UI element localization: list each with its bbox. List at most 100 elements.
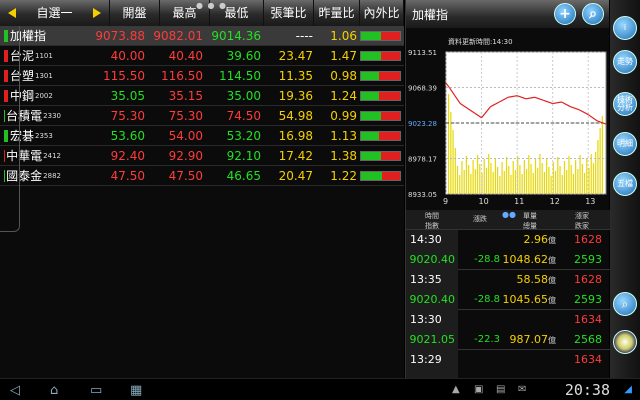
quote-row[interactable]: 台泥 1101 40.00 40.40 39.60 23.47 1.47 bbox=[0, 46, 404, 66]
quote-rows: 加權指 9073.88 9082.01 9014.36 ---- 1.06 台泥 1101 40… bbox=[0, 26, 404, 186]
inout-cell bbox=[360, 26, 404, 46]
inout-bar bbox=[360, 170, 401, 181]
trend-button[interactable]: 走勢 bbox=[613, 50, 637, 74]
quote-row[interactable]: 中鋼 2002 35.05 35.15 35.00 19.36 1.24 bbox=[0, 86, 404, 106]
prev-volume-cell: 1.38 bbox=[330, 148, 357, 163]
next-group-arrow-icon[interactable] bbox=[92, 8, 101, 18]
volume-bar bbox=[456, 166, 459, 194]
inout-cell bbox=[360, 46, 404, 66]
volume-bar bbox=[561, 175, 563, 194]
col-prev-vol-header[interactable]: 昨量比 bbox=[314, 0, 360, 26]
tick-row[interactable]: 13:35 9020.40 -28.8 58.58億 1045.65億 1628 2593 bbox=[406, 270, 610, 310]
recent-apps-icon[interactable]: ▭ bbox=[90, 383, 102, 398]
inout-red bbox=[380, 31, 400, 40]
tick-up-count: 1634 bbox=[574, 313, 602, 326]
tick-row[interactable]: 14:30 9020.40 -28.8 2.96億 1048.62億 1628 2593 bbox=[406, 230, 610, 270]
back-icon[interactable]: ◁ bbox=[10, 383, 20, 398]
quote-row[interactable]: 國泰金 2882 47.50 47.50 46.65 20.47 1.22 bbox=[0, 166, 404, 186]
technical-analysis-button[interactable]: 技術分析 bbox=[613, 92, 637, 116]
system-clock: 20:38 bbox=[564, 381, 610, 399]
five-level-button[interactable]: 五檔 bbox=[613, 172, 637, 196]
col-ratio-header[interactable]: 張筆比 bbox=[264, 0, 314, 26]
low-cell: 9014.36 bbox=[211, 28, 261, 43]
volume-bar bbox=[479, 164, 481, 194]
inout-red bbox=[380, 151, 400, 160]
search-icon[interactable]: ⌕ bbox=[613, 292, 637, 316]
tick-single-volume: 2.96億 bbox=[502, 230, 558, 250]
open-cell: 92.40 bbox=[110, 148, 145, 163]
watchlist-panel: 自選一 開盤 最高 最低 張筆比 昨量比 內外比 ● ● ● 加權指 9073.8… bbox=[0, 0, 404, 378]
volume-bar bbox=[521, 174, 523, 194]
tick-total-volume: 1048.62億 bbox=[502, 250, 558, 270]
volume-bar bbox=[592, 163, 595, 194]
prev-group-arrow-icon[interactable] bbox=[8, 8, 16, 18]
inout-green bbox=[361, 171, 383, 180]
col-open-header[interactable]: 開盤 bbox=[110, 0, 160, 26]
gallery-icon: ▣ bbox=[474, 384, 484, 395]
volume-bar bbox=[601, 116, 603, 194]
hdr-change: 漲跌 bbox=[473, 215, 487, 223]
high-cell: 75.30 bbox=[168, 108, 203, 123]
quote-row[interactable]: 台積電 2330 75.30 75.30 74.50 54.98 0.99 bbox=[0, 106, 404, 126]
ratio-cell: 16.98 bbox=[278, 128, 313, 143]
tick-down-count: 2568 bbox=[574, 333, 602, 346]
tick-total-value: 1048.62 bbox=[502, 253, 549, 266]
inout-bar bbox=[360, 110, 401, 121]
detail-button[interactable]: 明細 bbox=[613, 132, 637, 156]
quote-row[interactable]: 宏碁 2353 53.60 54.00 53.20 16.98 1.13 bbox=[0, 126, 404, 146]
quote-row[interactable]: 台塑 1301 115.50 116.50 114.50 11.35 0.98 bbox=[0, 66, 404, 86]
volume-bar bbox=[501, 162, 503, 194]
add-icon[interactable]: + bbox=[554, 3, 576, 25]
volume-bar bbox=[559, 166, 561, 194]
y-tick-label: 9023.28 bbox=[408, 120, 437, 128]
tick-time: 14:30 bbox=[406, 230, 458, 250]
x-tick-label: 11 bbox=[514, 197, 524, 206]
inout-green bbox=[361, 71, 379, 80]
search-icon[interactable]: ⌕ bbox=[582, 3, 604, 25]
volume-bar bbox=[528, 155, 530, 194]
volume-bar bbox=[468, 165, 470, 194]
grid-icon[interactable]: ▦ bbox=[130, 383, 142, 398]
tick-rows[interactable]: 14:30 9020.40 -28.8 2.96億 1048.62億 1628 2593 13… bbox=[406, 230, 610, 390]
volume-bar bbox=[519, 165, 521, 194]
inout-bar bbox=[360, 30, 401, 41]
volume-bar bbox=[485, 168, 488, 194]
volume-bar bbox=[586, 159, 588, 194]
tick-row[interactable]: 13:30 9021.05 -22.3 987.07億 1634 2568 bbox=[406, 310, 610, 350]
inout-green bbox=[361, 131, 379, 140]
row-drawer-handle[interactable] bbox=[0, 26, 20, 232]
prev-volume-cell: 1.06 bbox=[330, 28, 357, 43]
open-cell: 35.05 bbox=[110, 88, 145, 103]
info-icon[interactable]: i bbox=[613, 16, 637, 40]
tick-change: -28.8 bbox=[474, 294, 500, 305]
tick-change: -28.8 bbox=[474, 254, 500, 265]
quote-row[interactable]: 加權指 9073.88 9082.01 9014.36 ---- 1.06 bbox=[0, 26, 404, 46]
tick-index: 9020.40 bbox=[406, 290, 458, 310]
home-icon[interactable]: ⌂ bbox=[50, 383, 58, 398]
tick-single-value: 58.58 bbox=[516, 273, 549, 286]
chart-update-label: 資料更新時間:14:30 bbox=[448, 37, 513, 46]
tick-table: 時間 指數 漲跌 單量 總量 漲家 跌家 14:30 9020.40 -28.8 2.… bbox=[406, 210, 610, 390]
col-inout-header[interactable]: 內外比 bbox=[360, 0, 404, 26]
intraday-chart[interactable]: 資料更新時間:14:30 9113.51 9068.39 9023.28 8978.17… bbox=[406, 30, 610, 208]
hdr-up-count: 漲家 bbox=[575, 212, 589, 220]
volume-bar bbox=[483, 159, 485, 194]
volume-bar bbox=[566, 170, 568, 194]
x-tick-label: 10 bbox=[479, 197, 489, 206]
settings-knob-icon[interactable] bbox=[613, 330, 637, 354]
group-selector[interactable]: 自選一 bbox=[0, 0, 110, 26]
index-title: 加權指 bbox=[412, 7, 449, 22]
tick-down-count: 2593 bbox=[574, 293, 602, 306]
volume-bar bbox=[534, 159, 537, 194]
volume-bar bbox=[526, 169, 528, 194]
volume-bar bbox=[543, 172, 546, 194]
quote-row[interactable]: 中華電 2412 92.40 92.90 92.10 17.42 1.38 bbox=[0, 146, 404, 166]
open-cell: 9073.88 bbox=[95, 28, 145, 43]
volume-bar bbox=[490, 163, 492, 194]
inout-red bbox=[382, 171, 400, 180]
volume-bar bbox=[508, 166, 510, 194]
open-cell: 47.50 bbox=[110, 168, 145, 183]
volume-bar bbox=[474, 169, 476, 194]
volume-bar bbox=[461, 161, 463, 194]
tick-total-volume: 987.07億 bbox=[502, 330, 558, 350]
